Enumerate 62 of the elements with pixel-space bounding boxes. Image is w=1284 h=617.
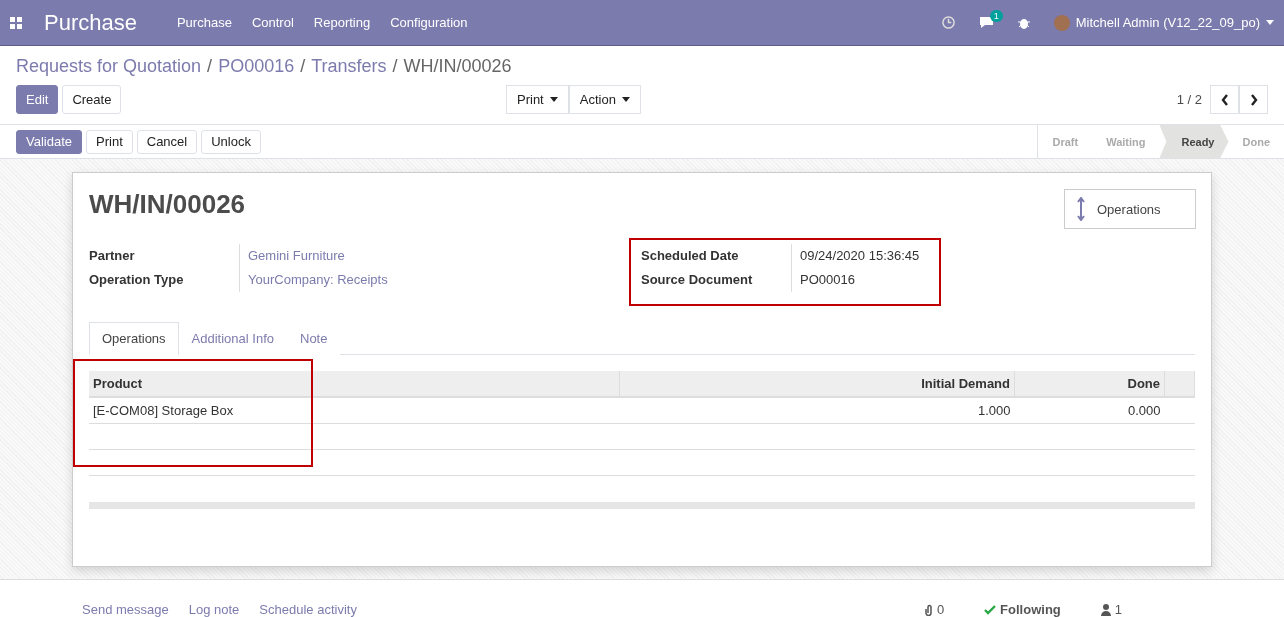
field-value[interactable]: YourCompany: Receipts — [239, 268, 629, 292]
caret-icon — [549, 97, 558, 102]
chat-icon[interactable] — [978, 16, 994, 29]
column-header[interactable]: Product — [89, 371, 619, 397]
status-bar-button[interactable]: Cancel — [136, 129, 198, 154]
operations-button[interactable]: Operations — [1064, 189, 1196, 229]
breadcrumb-separator: / — [207, 56, 213, 77]
status-step[interactable]: Ready — [1159, 125, 1229, 158]
chatter-link[interactable]: Log note — [188, 602, 240, 617]
caret-icon — [1266, 20, 1274, 25]
chatter-link[interactable]: Schedule activity — [259, 602, 357, 617]
previous-button[interactable] — [1210, 85, 1239, 114]
field-label: Partner — [89, 247, 136, 265]
dropdown-button[interactable]: Print — [506, 85, 569, 114]
field-value: 09/24/2020 15:36:45 — [791, 244, 929, 268]
chatter-link[interactable]: Send message — [82, 602, 169, 617]
next-button[interactable] — [1239, 85, 1268, 114]
field-label: Scheduled Date — [641, 247, 740, 265]
field-label: Source Document — [641, 271, 754, 289]
field-value[interactable]: Gemini Furniture — [239, 244, 629, 268]
paperclip-icon[interactable] — [923, 603, 933, 616]
vertical-arrows-icon — [1077, 197, 1085, 221]
breadcrumb-separator: / — [300, 56, 306, 77]
table-cell: [E-COM08] Storage Box — [89, 397, 619, 424]
breadcrumb-link[interactable]: Requests for Quotation — [16, 56, 202, 77]
chevron-right-icon — [1249, 93, 1258, 106]
app-title: Purchase — [44, 9, 137, 36]
current-page-title: WH/IN/00026 — [403, 56, 512, 77]
column-header[interactable]: Initial Demand — [619, 371, 1015, 397]
menu-item[interactable]: Configuration — [390, 15, 468, 30]
menu-item[interactable]: Control — [251, 15, 294, 30]
caret-icon — [621, 97, 630, 102]
breadcrumb-separator: / — [392, 56, 398, 77]
status-bar-button[interactable]: Validate — [16, 129, 82, 154]
dropdown-button[interactable]: Action — [568, 85, 641, 114]
menu-item[interactable]: Purchase — [176, 15, 232, 30]
bug-icon[interactable] — [1017, 16, 1030, 29]
column-header[interactable]: Done — [1014, 371, 1165, 397]
tab[interactable]: Operations — [89, 322, 179, 355]
clock-icon[interactable] — [941, 16, 955, 29]
field-value: PO00016 — [791, 268, 929, 292]
pager-counter: 1 / 2 — [1176, 92, 1202, 107]
table-cell: 0.000 — [1014, 397, 1165, 424]
field-label: Operation Type — [89, 271, 185, 289]
person-icon[interactable] — [1100, 603, 1111, 616]
apps-menu-icon[interactable] — [10, 16, 22, 29]
user-menu[interactable]: Mitchell Admin (V12_22_09_po) — [1075, 15, 1260, 30]
breadcrumb-link[interactable]: Transfers — [311, 56, 387, 77]
status-bar-button[interactable]: Unlock — [201, 129, 261, 154]
follower-count: 1 — [1114, 602, 1122, 617]
status-bar-button[interactable]: Print — [86, 129, 133, 154]
record-title: WH/IN/00026 — [89, 189, 246, 220]
breadcrumb-link[interactable]: PO00016 — [218, 56, 295, 77]
table-cell: 1.000 — [619, 397, 1015, 424]
message-count: 1 — [989, 10, 1003, 22]
toolbar-button[interactable]: Create — [62, 85, 122, 114]
follow-status[interactable]: Following — [1000, 602, 1061, 617]
check-icon — [984, 604, 997, 615]
menu-item[interactable]: Reporting — [313, 15, 371, 30]
attachment-count: 0 — [936, 602, 945, 617]
chevron-left-icon — [1220, 93, 1229, 106]
toolbar-button[interactable]: Edit — [16, 85, 59, 114]
